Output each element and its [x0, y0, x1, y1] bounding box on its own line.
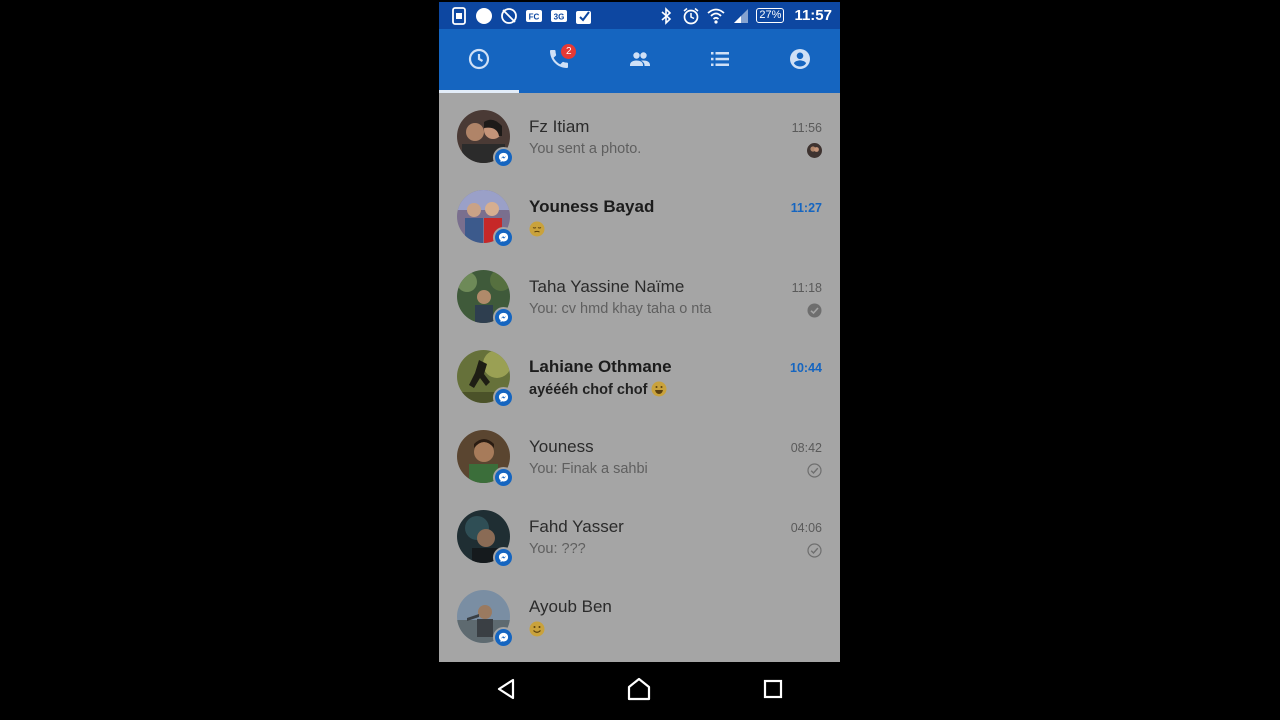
battery-icon: 27%	[756, 8, 785, 23]
conversation-row[interactable]: Fz Itiam You sent a photo. 11:56	[439, 93, 840, 173]
svg-text:FC: FC	[528, 12, 539, 21]
no-location-icon	[499, 6, 518, 25]
recents-button[interactable]	[743, 662, 803, 720]
message-snippet: ayéééh chof chof	[529, 381, 667, 398]
conversation-row[interactable]: Youness You: Finak a sahbi 08:42	[439, 413, 840, 493]
list-icon	[708, 47, 732, 76]
svg-text:3G: 3G	[553, 12, 564, 21]
people-icon	[628, 47, 652, 76]
message-snippet-text: ayéééh chof chof	[529, 382, 648, 398]
clock-icon	[467, 47, 491, 76]
messenger-badge-icon	[493, 467, 514, 488]
home-icon	[626, 676, 652, 707]
messenger-badge-icon	[493, 387, 514, 408]
tab-calls[interactable]: 2	[519, 29, 599, 93]
navigation-bar	[439, 662, 840, 720]
back-button[interactable]	[476, 662, 536, 720]
phone-screen: FC 3G 27% 11:57 2 Fz Itiam You sent a ph…	[439, 0, 840, 720]
messenger-badge-icon	[493, 147, 514, 168]
3g-icon: 3G	[549, 6, 568, 25]
contact-name: Fahd Yasser	[529, 517, 624, 536]
alarm-icon	[681, 6, 700, 25]
contact-name: Youness	[529, 437, 594, 456]
bluetooth-icon	[656, 6, 675, 25]
account-icon	[788, 47, 812, 76]
tab-bar: 2	[439, 29, 840, 93]
message-snippet: You: Finak a sahbi	[529, 461, 648, 477]
square-icon	[760, 676, 786, 707]
delivered-check-icon	[807, 303, 822, 318]
sent-check-icon	[807, 543, 822, 558]
message-time: 10:44	[790, 361, 822, 375]
signal-icon	[731, 6, 750, 25]
messenger-badge-icon	[493, 627, 514, 648]
conversation-row[interactable]: Youness Bayad 11:27	[439, 173, 840, 253]
contact-name: Youness Bayad	[529, 197, 655, 216]
tab-people[interactable]	[599, 29, 679, 93]
messenger-badge-icon	[493, 227, 514, 248]
calls-badge: 2	[561, 44, 577, 59]
messenger-badge-icon	[493, 307, 514, 328]
wifi-icon	[706, 6, 725, 25]
smile-emoji-icon	[529, 621, 545, 637]
message-snippet: You sent a photo.	[529, 141, 642, 157]
sleepy-emoji-icon	[529, 221, 545, 237]
status-bar: FC 3G 27% 11:57	[439, 2, 840, 29]
back-triangle-icon	[493, 676, 519, 707]
circle-icon	[474, 6, 493, 25]
tab-recent[interactable]	[439, 29, 520, 93]
message-time: 11:18	[791, 281, 822, 295]
conversation-row[interactable]: Taha Yassine Naïme You: cv hmd khay taha…	[439, 253, 840, 333]
contact-name: Lahiane Othmane	[529, 357, 672, 376]
message-time: 11:56	[791, 121, 822, 135]
tab-groups[interactable]	[680, 29, 760, 93]
home-button[interactable]	[609, 662, 669, 720]
status-time: 11:57	[794, 7, 832, 24]
conversation-row[interactable]: Lahiane Othmane ayéééh chof chof 10:44	[439, 333, 840, 413]
message-snippet	[529, 221, 545, 238]
sim-icon	[449, 6, 468, 25]
message-snippet	[529, 621, 545, 638]
contact-name: Taha Yassine Naïme	[529, 277, 685, 296]
grin-emoji-icon	[651, 381, 667, 397]
fc-icon: FC	[524, 6, 543, 25]
contact-name: Ayoub Ben	[529, 597, 612, 616]
tab-profile[interactable]	[760, 29, 840, 93]
conversation-row[interactable]: Fahd Yasser You: ??? 04:06	[439, 493, 840, 573]
message-time: 04:06	[790, 521, 822, 535]
checkbox-icon	[574, 6, 593, 25]
conversation-list: Fz Itiam You sent a photo. 11:56 Youness…	[439, 93, 840, 662]
conversation-row[interactable]: Ayoub Ben	[439, 573, 840, 653]
message-snippet: You: cv hmd khay taha o nta	[529, 301, 712, 317]
message-time: 08:42	[790, 441, 822, 455]
contact-name: Fz Itiam	[529, 117, 590, 136]
messenger-badge-icon	[493, 547, 514, 568]
sent-check-icon	[807, 463, 822, 478]
message-snippet: You: ???	[529, 541, 586, 557]
message-time: 11:27	[790, 201, 822, 215]
seen-avatar-icon	[807, 143, 822, 158]
